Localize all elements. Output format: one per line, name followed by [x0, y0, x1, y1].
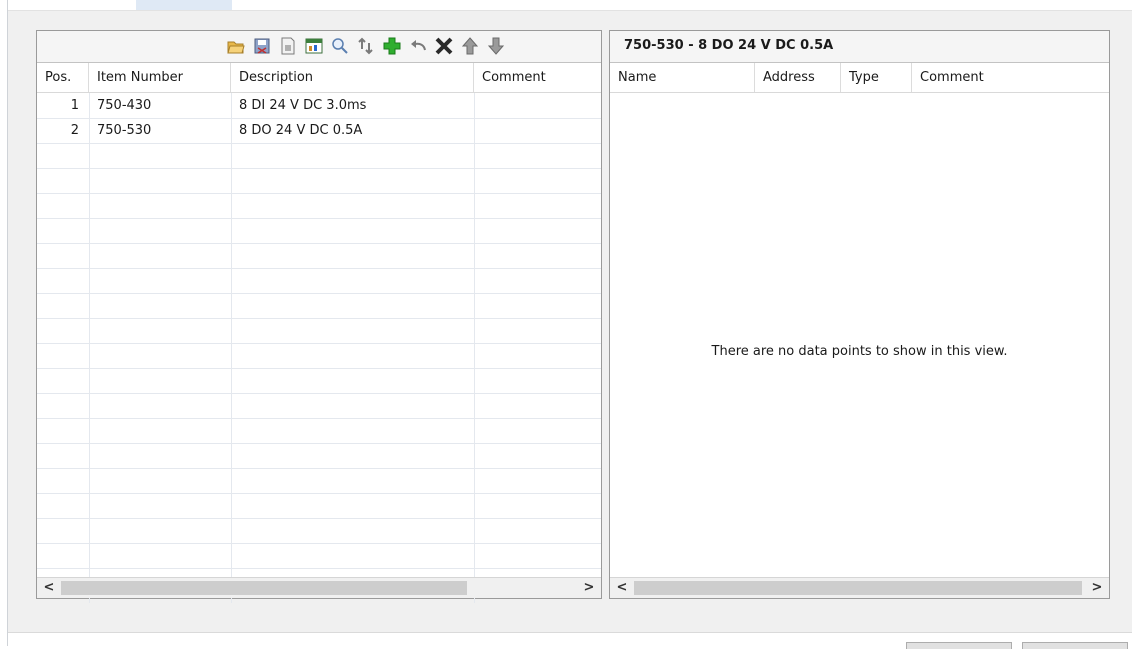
empty-row: [37, 218, 601, 244]
data-points-panel: 750-530 - 8 DO 24 V DC 0.5A Name Address…: [609, 30, 1110, 599]
scrollbar-thumb[interactable]: [634, 581, 1082, 595]
swap-icon[interactable]: [356, 36, 376, 56]
data-points-title-bar: 750-530 - 8 DO 24 V DC 0.5A: [610, 31, 1109, 63]
horizontal-scrollbar[interactable]: < >: [37, 577, 601, 598]
empty-state-message: There are no data points to show in this…: [711, 344, 1008, 359]
scrollbar-thumb[interactable]: [61, 581, 467, 595]
open-folder-icon[interactable]: [226, 36, 246, 56]
column-header-comment[interactable]: Comment: [912, 63, 1108, 92]
scroll-right-arrow[interactable]: >: [1087, 578, 1107, 598]
cell-comment[interactable]: [474, 118, 600, 143]
arrow-down-icon[interactable]: [486, 36, 506, 56]
empty-row: [37, 443, 601, 469]
highlighted-tab[interactable]: [136, 0, 232, 10]
cell-item-number: 750-530: [97, 123, 152, 138]
delete-icon[interactable]: [434, 36, 454, 56]
cell-item-number: 750-430: [97, 98, 152, 113]
add-icon[interactable]: [382, 36, 402, 56]
cell-pos: 1: [70, 98, 79, 113]
column-header-comment[interactable]: Comment: [474, 63, 600, 92]
column-header-type[interactable]: Type: [841, 63, 912, 92]
arrow-up-icon[interactable]: [460, 36, 480, 56]
empty-row: [37, 243, 601, 269]
module-table-header: Pos. Item Number Description Comment: [37, 63, 601, 93]
dialog-body: Pos. Item Number Description Comment 1 7…: [8, 10, 1132, 633]
document-icon[interactable]: [278, 36, 298, 56]
chart-window-icon[interactable]: [304, 36, 324, 56]
column-header-name[interactable]: Name: [610, 63, 755, 92]
empty-row: [37, 143, 601, 169]
empty-row: [37, 368, 601, 394]
column-header-item-number[interactable]: Item Number: [89, 63, 231, 92]
empty-row: [37, 393, 601, 419]
empty-row: [37, 543, 601, 569]
module-list-panel: Pos. Item Number Description Comment 1 7…: [36, 30, 602, 603]
cell-description: 8 DO 24 V DC 0.5A: [239, 123, 363, 138]
empty-row: [37, 418, 601, 444]
panel-title: 750-530 - 8 DO 24 V DC 0.5A: [624, 38, 834, 53]
search-icon[interactable]: [330, 36, 350, 56]
empty-row: [37, 168, 601, 194]
module-table-body: 1 750-430 8 DI 24 V DC 3.0ms 2 750-530 8…: [37, 93, 601, 603]
empty-row: [37, 493, 601, 519]
cell-pos: 2: [70, 123, 79, 138]
scroll-right-arrow[interactable]: >: [579, 578, 599, 598]
cell-description: 8 DI 24 V DC 3.0ms: [239, 98, 367, 113]
empty-row: [37, 268, 601, 294]
column-header-pos[interactable]: Pos.: [37, 63, 89, 92]
empty-row: [37, 468, 601, 494]
empty-row: [37, 193, 601, 219]
cell-comment[interactable]: [474, 93, 600, 118]
scroll-left-arrow[interactable]: <: [39, 578, 59, 598]
window-edge: [0, 0, 8, 646]
empty-row: [37, 318, 601, 344]
scroll-left-arrow[interactable]: <: [612, 578, 632, 598]
column-header-description[interactable]: Description: [231, 63, 474, 92]
data-points-table-header: Name Address Type Comment: [610, 63, 1109, 93]
empty-row: [37, 293, 601, 319]
module-toolbar: [37, 31, 601, 63]
horizontal-scrollbar[interactable]: < >: [610, 577, 1109, 598]
table-row[interactable]: 2 750-530 8 DO 24 V DC 0.5A: [37, 118, 601, 144]
save-disk-icon[interactable]: [252, 36, 272, 56]
table-row[interactable]: 1 750-430 8 DI 24 V DC 3.0ms: [37, 93, 601, 119]
undo-icon[interactable]: [408, 36, 428, 56]
column-header-address[interactable]: Address: [755, 63, 841, 92]
empty-row: [37, 343, 601, 369]
empty-row: [37, 518, 601, 544]
